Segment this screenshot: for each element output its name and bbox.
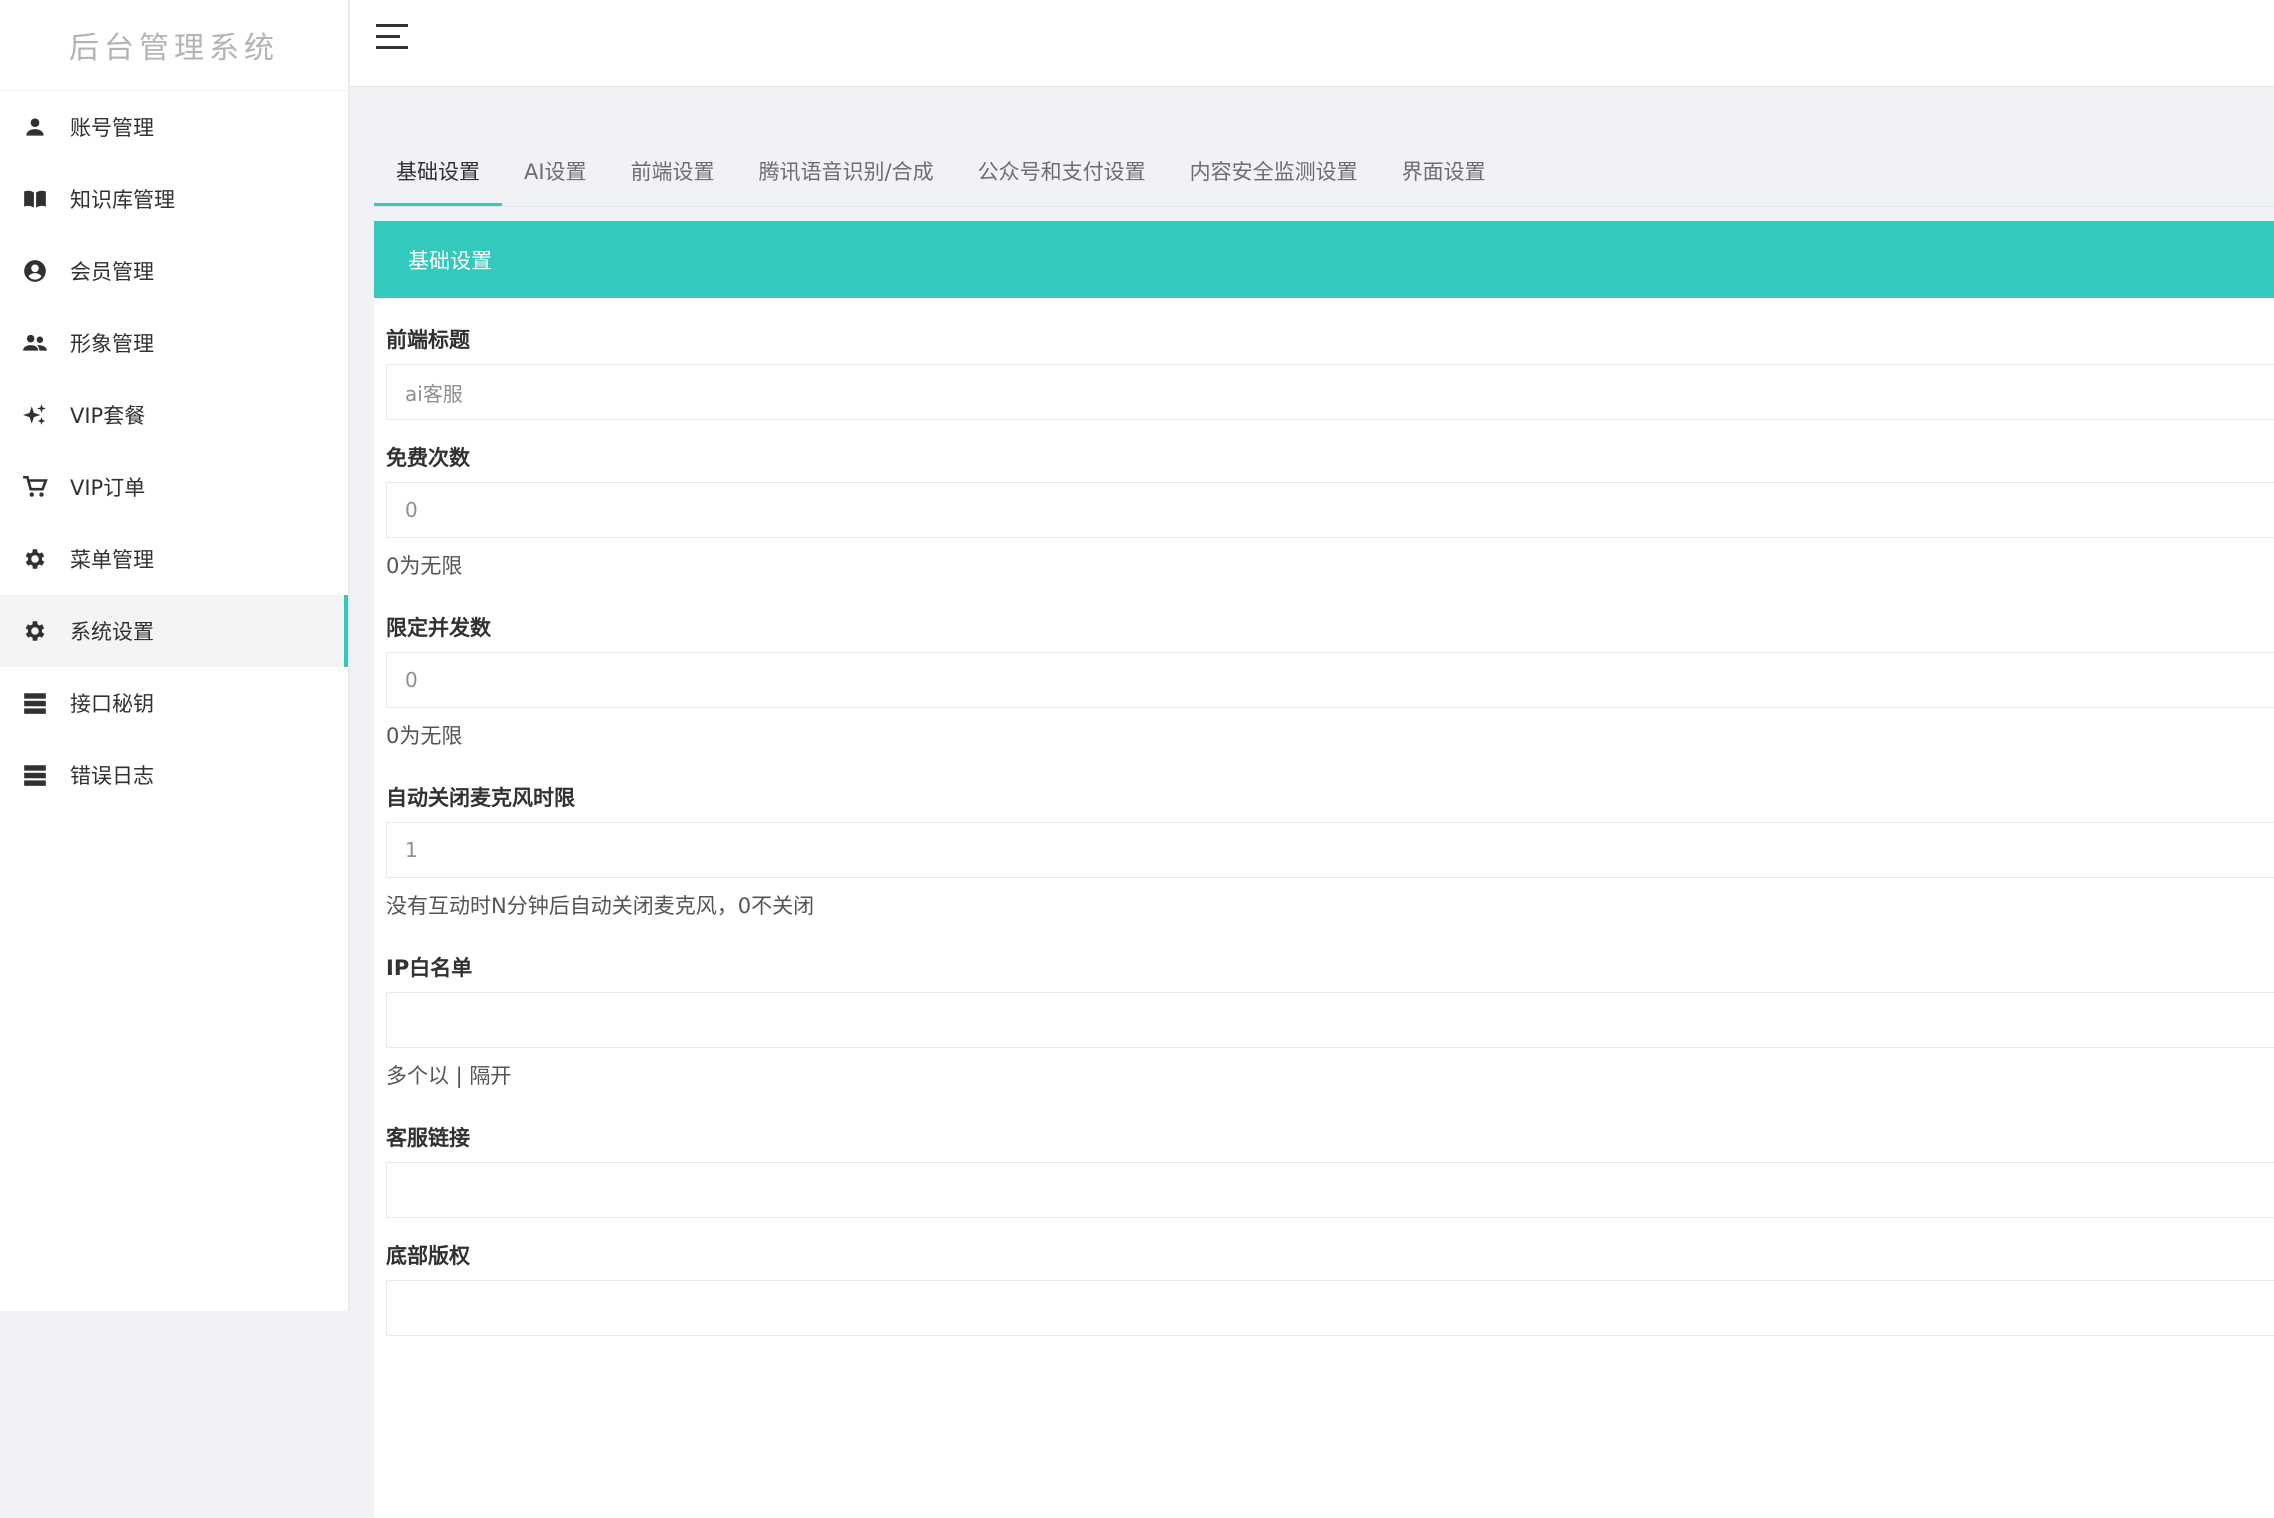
book-icon — [22, 186, 48, 212]
menu-toggle-icon[interactable] — [376, 24, 408, 54]
frontend-title-label: 前端标题 — [386, 328, 470, 352]
sidebar-item-system-settings[interactable]: 系统设置 — [0, 595, 348, 667]
person-icon — [22, 114, 48, 140]
topbar — [350, 0, 2274, 87]
sidebar-item-label: 会员管理 — [70, 260, 154, 284]
sidebar-item-label: 错误日志 — [70, 764, 154, 788]
tab-wechat-payment[interactable]: 公众号和支付设置 — [956, 146, 1168, 206]
service-link-input[interactable] — [386, 1162, 2274, 1218]
sidebar-item-vip-package[interactable]: VIP套餐 — [0, 379, 348, 451]
sidebar-item-label: VIP套餐 — [70, 404, 146, 428]
copyright-input[interactable] — [386, 1280, 2274, 1336]
free-count-hint: 0为无限 — [386, 554, 463, 578]
sidebar-item-label: 菜单管理 — [70, 548, 154, 572]
sidebar-item-label: VIP订单 — [70, 476, 146, 500]
storage-icon — [22, 690, 48, 716]
tab-frontend[interactable]: 前端设置 — [609, 146, 737, 206]
mic-timeout-label: 自动关闭麦克风时限 — [386, 786, 575, 810]
gear-icon — [22, 546, 48, 572]
sidebar-item-label: 形象管理 — [70, 332, 154, 356]
frontend-title-input[interactable]: ai客服 — [386, 364, 2274, 420]
concurrency-hint: 0为无限 — [386, 724, 463, 748]
sidebar-item-label: 知识库管理 — [70, 188, 175, 212]
sparkle-icon — [22, 402, 48, 428]
mic-timeout-input[interactable]: 1 — [386, 822, 2274, 878]
mic-timeout-group: 自动关闭麦克风时限 1 没有互动时N分钟后自动关闭麦克风，0不关闭 — [386, 782, 2274, 920]
mic-timeout-hint: 没有互动时N分钟后自动关闭麦克风，0不关闭 — [386, 894, 815, 918]
copyright-group: 底部版权 — [386, 1240, 2274, 1336]
tab-basic[interactable]: 基础设置 — [374, 146, 502, 206]
people-icon — [22, 330, 48, 356]
free-count-input[interactable]: 0 — [386, 482, 2274, 538]
free-count-label: 免费次数 — [386, 446, 470, 470]
app-title: 后台管理系统 — [0, 0, 348, 91]
service-link-label: 客服链接 — [386, 1126, 470, 1150]
copyright-label: 底部版权 — [386, 1244, 470, 1268]
settings-tabs: 基础设置 AI设置 前端设置 腾讯语音识别/合成 公众号和支付设置 内容安全监测… — [374, 116, 2274, 207]
sidebar-item-error-log[interactable]: 错误日志 — [0, 739, 348, 811]
sidebar-item-label: 账号管理 — [70, 116, 154, 140]
sidebar-item-menus[interactable]: 菜单管理 — [0, 523, 348, 595]
ip-whitelist-label: IP白名单 — [386, 956, 473, 980]
concurrency-group: 限定并发数 0 0为无限 — [386, 612, 2274, 750]
sidebar-item-label: 接口秘钥 — [70, 692, 154, 716]
ip-whitelist-group: IP白名单 多个以 | 隔开 — [386, 952, 2274, 1090]
frontend-title-group: 前端标题 ai客服 — [386, 324, 2274, 420]
service-link-group: 客服链接 — [386, 1122, 2274, 1218]
gear-icon — [22, 618, 48, 644]
sidebar-item-knowledge[interactable]: 知识库管理 — [0, 163, 348, 235]
sidebar-item-api-keys[interactable]: 接口秘钥 — [0, 667, 348, 739]
tab-tencent-voice[interactable]: 腾讯语音识别/合成 — [737, 146, 956, 206]
tab-interface[interactable]: 界面设置 — [1380, 146, 1508, 206]
sidebar-item-label: 系统设置 — [70, 620, 154, 644]
panel-title: 基础设置 — [374, 221, 2274, 298]
account-circle-icon — [22, 258, 48, 284]
sidebar-item-avatar[interactable]: 形象管理 — [0, 307, 348, 379]
ip-whitelist-hint: 多个以 | 隔开 — [386, 1064, 512, 1088]
sidebar: 后台管理系统 账号管理 知识库管理 会员管理 形象管理 VIP套餐 VIP订单 … — [0, 0, 350, 1311]
ip-whitelist-input[interactable] — [386, 992, 2274, 1048]
sidebar-item-members[interactable]: 会员管理 — [0, 235, 348, 307]
tab-ai[interactable]: AI设置 — [502, 146, 609, 206]
storage-icon — [22, 762, 48, 788]
tab-content-security[interactable]: 内容安全监测设置 — [1168, 146, 1380, 206]
concurrency-label: 限定并发数 — [386, 616, 491, 640]
settings-form: 前端标题 ai客服 免费次数 0 0为无限 限定并发数 0 0为无限 自动关闭麦… — [374, 298, 2274, 1518]
sidebar-item-account[interactable]: 账号管理 — [0, 91, 348, 163]
concurrency-input[interactable]: 0 — [386, 652, 2274, 708]
free-count-group: 免费次数 0 0为无限 — [386, 442, 2274, 580]
main-content: 基础设置 AI设置 前端设置 腾讯语音识别/合成 公众号和支付设置 内容安全监测… — [374, 86, 2274, 1518]
cart-icon — [22, 474, 48, 500]
sidebar-item-vip-orders[interactable]: VIP订单 — [0, 451, 348, 523]
